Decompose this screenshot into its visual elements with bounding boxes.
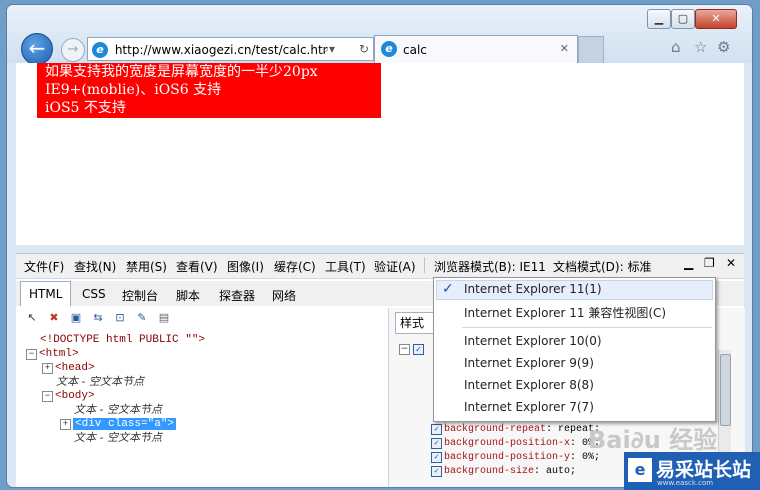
tab-profiler[interactable]: 探查器 bbox=[219, 287, 255, 304]
devtools-close-icon[interactable]: ✕ bbox=[726, 256, 736, 270]
favorites-star-icon[interactable]: ☆ bbox=[694, 38, 707, 56]
browser-mode-dropdown: ✓ Internet Explorer 11(1) Internet Explo… bbox=[433, 277, 716, 422]
tab-css[interactable]: CSS bbox=[82, 287, 106, 301]
address-bar[interactable]: e http://www.xiaogezi.cn/test/calc.htr ⌕… bbox=[87, 37, 374, 61]
forward-button[interactable]: → bbox=[61, 38, 85, 62]
devtools-menubar: 文件(F) 查找(N) 禁用(S) 查看(V) 图像(I) 缓存(C) 工具(T… bbox=[16, 253, 744, 279]
menu-browser-mode[interactable]: 浏览器模式(B): IE11 bbox=[434, 258, 546, 275]
menu-tools[interactable]: 工具(T) bbox=[325, 258, 366, 275]
mode-ie9[interactable]: Internet Explorer 9(9) bbox=[464, 356, 594, 370]
word-wrap-icon[interactable]: ▤ bbox=[157, 311, 171, 325]
menu-find[interactable]: 查找(N) bbox=[74, 258, 116, 275]
back-button[interactable]: ← bbox=[21, 33, 53, 65]
mode-ie10[interactable]: Internet Explorer 10(0) bbox=[464, 334, 602, 348]
close-window-icon[interactable]: ✕ bbox=[695, 9, 737, 29]
checkmark-icon: ✓ bbox=[442, 281, 454, 297]
tree-node[interactable]: − <body> bbox=[42, 389, 95, 403]
html-toolbar: ↖ ✖ ▣ ⇆ ⊡ ✎ ▤ bbox=[16, 308, 386, 330]
home-icon[interactable]: ⌂ bbox=[671, 38, 681, 56]
refresh-tree-icon[interactable]: ⇆ bbox=[91, 311, 105, 325]
menu-view[interactable]: 查看(V) bbox=[176, 258, 218, 275]
devtools-undock-icon[interactable]: ❐ bbox=[704, 256, 715, 270]
menu-divider bbox=[424, 257, 425, 273]
tree-node-selected[interactable]: + <div class="a"> bbox=[60, 417, 177, 431]
red-div: 如果支持我的宽度是屏幕宽度的一半少20px IE9+(moblie)、iOS6 … bbox=[37, 63, 381, 118]
tab-console[interactable]: 控制台 bbox=[122, 287, 158, 304]
baidu-watermark-icon: Bai∂u 经验 bbox=[588, 426, 718, 454]
ie-logo-icon: e bbox=[92, 41, 108, 58]
gear-icon[interactable]: ⚙ bbox=[717, 38, 730, 56]
tab-network[interactable]: 网络 bbox=[272, 287, 296, 304]
tree-node[interactable]: 文本 - 空文本节点 bbox=[74, 403, 162, 418]
collapse-icon[interactable]: − bbox=[26, 349, 37, 360]
property-row[interactable]: ✓ background-position-x: 0%; bbox=[431, 438, 600, 449]
scrollbar-thumb[interactable] bbox=[720, 354, 731, 426]
clear-icon[interactable]: ✖ bbox=[47, 311, 61, 325]
tree-node[interactable]: 文本 - 空文本节点 bbox=[74, 431, 162, 446]
new-tab-button[interactable] bbox=[578, 36, 604, 64]
dropdown-separator bbox=[462, 327, 712, 328]
line-1: 如果支持我的宽度是屏幕宽度的一半少20px bbox=[45, 64, 318, 80]
mode-ie11-compat[interactable]: Internet Explorer 11 兼容性视图(C) bbox=[464, 304, 666, 321]
refresh-icon[interactable]: ↻ bbox=[359, 38, 369, 60]
tree-node[interactable]: <!DOCTYPE html PUBLIC ""> bbox=[40, 333, 205, 347]
logo-mark-icon: e bbox=[628, 458, 652, 482]
tree-node[interactable]: + <head> bbox=[42, 361, 95, 375]
close-tab-icon[interactable]: ✕ bbox=[560, 42, 569, 55]
mode-ie11[interactable]: Internet Explorer 11(1) bbox=[464, 282, 602, 296]
search-icon[interactable]: ⌕▾ bbox=[322, 38, 335, 60]
tree-node[interactable]: 文本 - 空文本节点 bbox=[56, 375, 144, 390]
expand-icon[interactable]: + bbox=[42, 363, 53, 374]
property-row[interactable]: ✓ background-size: auto; bbox=[431, 466, 576, 477]
title-bar: ▁ ▢ ✕ ← → e http://www.xiaogezi.cn/test/… bbox=[7, 5, 752, 65]
tree-node[interactable]: − <html> bbox=[26, 347, 79, 361]
mode-ie7[interactable]: Internet Explorer 7(7) bbox=[464, 400, 594, 414]
select-element-icon[interactable]: ↖ bbox=[25, 311, 39, 325]
tab-title: calc bbox=[403, 43, 427, 57]
save-icon[interactable]: ▣ bbox=[69, 311, 83, 325]
logo-subtext: www.easck.com bbox=[657, 479, 714, 487]
rule-checkbox[interactable]: ✓ bbox=[413, 344, 424, 355]
menu-images[interactable]: 图像(I) bbox=[227, 258, 264, 275]
ie-tab-icon: e bbox=[381, 41, 397, 57]
edit-icon[interactable]: ✎ bbox=[135, 311, 149, 325]
address-url: http://www.xiaogezi.cn/test/calc.htr bbox=[114, 42, 328, 57]
menu-cache[interactable]: 缓存(C) bbox=[274, 258, 316, 275]
menu-validate[interactable]: 验证(A) bbox=[374, 258, 416, 275]
property-row[interactable]: ✓ background-position-y: 0%; bbox=[431, 452, 600, 463]
menu-document-mode[interactable]: 文档模式(D): 标准 bbox=[553, 258, 651, 275]
devtools-minimize-icon[interactable]: ▁ bbox=[684, 256, 693, 270]
minimize-icon[interactable]: ▁ bbox=[647, 9, 671, 29]
tab-calc[interactable]: e calc ✕ bbox=[374, 35, 578, 64]
dom-icon[interactable]: ⊡ bbox=[113, 311, 127, 325]
expand-icon[interactable]: + bbox=[60, 419, 71, 430]
logo-text: 易采站长站 bbox=[656, 459, 752, 481]
line-3: iOS5 不支持 bbox=[45, 100, 126, 116]
site-logo: e 易采站长站 www.easck.com bbox=[624, 452, 760, 490]
menu-file[interactable]: 文件(F) bbox=[24, 258, 64, 275]
page-viewport: 如果支持我的宽度是屏幕宽度的一半少20px IE9+(moblie)、iOS6 … bbox=[16, 63, 744, 245]
menu-disable[interactable]: 禁用(S) bbox=[126, 258, 167, 275]
collapse-icon[interactable]: − bbox=[42, 391, 53, 402]
mode-ie8[interactable]: Internet Explorer 8(8) bbox=[464, 378, 594, 392]
tab-html[interactable]: HTML bbox=[20, 281, 72, 306]
collapse-icon[interactable]: − bbox=[399, 344, 410, 355]
maximize-icon[interactable]: ▢ bbox=[671, 9, 695, 29]
tab-script[interactable]: 脚本 bbox=[176, 287, 200, 304]
property-row[interactable]: ✓ background-repeat: repeat; bbox=[431, 424, 600, 435]
line-2: IE9+(moblie)、iOS6 支持 bbox=[45, 82, 222, 98]
